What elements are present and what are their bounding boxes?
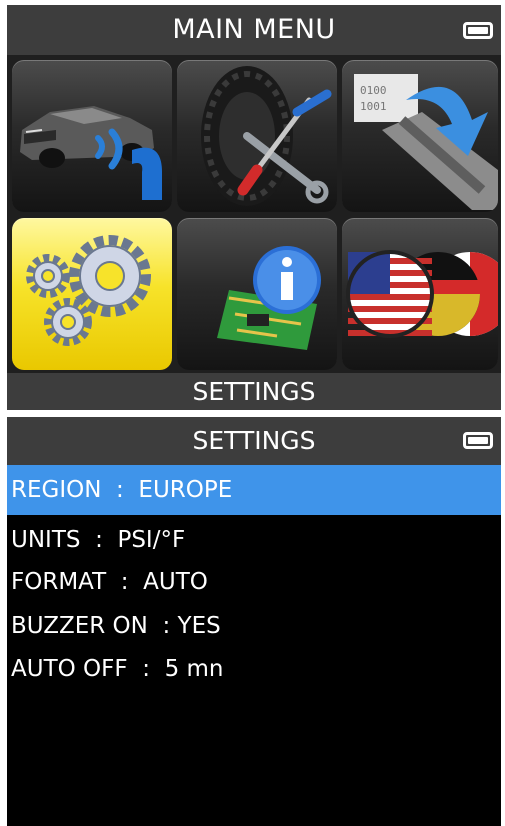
settings-screen: SETTINGS REGION : EUROPE UNITS : PSI/°F … xyxy=(7,417,501,826)
menu-caption-bar: SETTINGS xyxy=(7,373,501,410)
main-menu-title: MAIN MENU xyxy=(172,14,336,45)
menu-tile-settings[interactable] xyxy=(12,218,172,370)
selected-menu-caption: SETTINGS xyxy=(192,377,316,406)
car-sensor-icon xyxy=(20,106,162,200)
svg-text:1001: 1001 xyxy=(360,100,387,113)
menu-tile-update[interactable]: 0100 1001 xyxy=(342,60,498,212)
settings-title: SETTINGS xyxy=(192,426,316,455)
info-board-icon xyxy=(217,246,321,350)
language-flags-icon xyxy=(346,250,498,338)
main-menu-header: MAIN MENU xyxy=(7,5,501,55)
battery-icon xyxy=(463,432,493,449)
svg-text:0100: 0100 xyxy=(360,84,387,97)
settings-item-format[interactable]: FORMAT : AUTO xyxy=(7,557,501,607)
main-menu-screen: MAIN MENU 0100 1001 SETTINGS xyxy=(7,5,501,410)
gears-icon xyxy=(26,235,151,346)
menu-tile-vehicle[interactable] xyxy=(12,60,172,212)
settings-header: SETTINGS xyxy=(7,417,501,465)
settings-item-region[interactable]: REGION : EUROPE xyxy=(7,465,501,515)
battery-icon xyxy=(463,22,493,39)
menu-tile-information[interactable] xyxy=(177,218,337,370)
tire-tools-icon xyxy=(201,66,332,206)
menu-tile-tire-service[interactable] xyxy=(177,60,337,212)
data-transfer-icon: 0100 1001 xyxy=(354,74,498,210)
menu-tile-language[interactable] xyxy=(342,218,498,370)
menu-grid: 0100 1001 xyxy=(7,55,501,373)
settings-item-auto-off[interactable]: AUTO OFF : 5 mn xyxy=(7,644,501,694)
